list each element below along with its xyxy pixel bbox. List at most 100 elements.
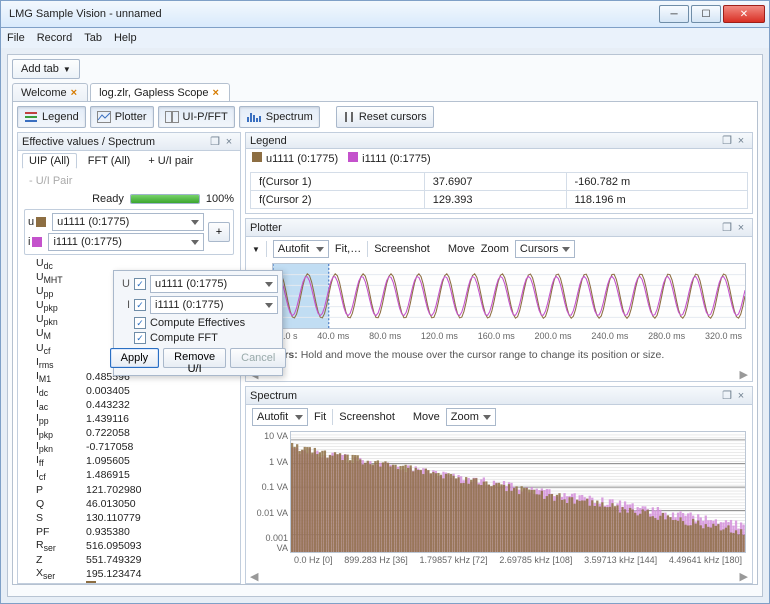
menu-bar: File Record Tab Help (0, 28, 770, 48)
table-row[interactable]: Xser195.123474 (22, 567, 236, 581)
chevron-down-icon (316, 247, 324, 252)
table-row[interactable]: P121.702980 (22, 483, 236, 497)
plotter-screenshot-button[interactable]: Screenshot (374, 243, 430, 255)
apply-button[interactable]: Apply (110, 348, 160, 368)
plotter-move-button[interactable]: Move (448, 243, 475, 255)
scroll-right-icon[interactable]: ▶ (740, 368, 748, 381)
table-row[interactable]: Idc0.003405 (22, 384, 236, 398)
spectrum-autofit-select[interactable]: Autofit (252, 408, 308, 426)
scroll-right-icon[interactable]: ▶ (740, 570, 748, 583)
table-row[interactable]: Ipkn-0.717058 (22, 440, 236, 454)
chevron-down-icon (265, 303, 273, 308)
add-pair-plus-button[interactable]: + (208, 222, 230, 242)
toggle-legend[interactable]: Legend (17, 106, 86, 128)
spectrum-zoom-select[interactable]: Zoom (446, 408, 496, 426)
remove-ui-button[interactable]: Remove U/I (163, 348, 226, 368)
close-icon[interactable]: × (734, 390, 748, 402)
undock-icon[interactable]: ❐ (720, 134, 734, 147)
chevron-down-icon (191, 240, 199, 245)
add-ui-pair[interactable]: + U/I pair (141, 153, 200, 169)
legend-row-cursor2: f(Cursor 2) 129.393 118.196 m (251, 191, 748, 209)
i-series-select[interactable]: i1111 (0:1775) (48, 233, 204, 251)
subtab-uip[interactable]: UIP (All) (22, 153, 77, 169)
close-icon[interactable]: × (213, 87, 219, 99)
undock-icon[interactable]: ❐ (720, 389, 734, 402)
color-swatch (36, 217, 46, 227)
spectrum-ytick-labels: 10 VA1 VA0.1 VA0.01 VA0.001 VA (252, 431, 288, 553)
close-icon[interactable]: × (71, 87, 77, 99)
plotter-zoom-button[interactable]: Zoom (481, 243, 509, 255)
cancel-button[interactable]: Cancel (230, 348, 286, 368)
i-enable-checkbox[interactable]: ✓ (134, 299, 146, 311)
ui-pair-popup: U ✓ u1111 (0:1775) I ✓ i1111 (0:1775) ✓ … (113, 270, 283, 376)
window-titlebar: LMG Sample Vision - unnamed ─ ☐ ✕ (0, 0, 770, 28)
spectrum-screenshot-button[interactable]: Screenshot (339, 411, 395, 423)
window-minimize-button[interactable]: ─ (659, 5, 689, 23)
spectrum-xtick-labels: 0.0 Hz [0]899.283 Hz [36]1.79857 kHz [72… (246, 555, 752, 567)
menu-record[interactable]: Record (37, 32, 72, 44)
plotter-cursors-select[interactable]: Cursors (515, 240, 575, 258)
table-row[interactable]: PF0.935380 (22, 525, 236, 539)
popup-u-select[interactable]: u1111 (0:1775) (150, 275, 278, 293)
close-icon[interactable]: × (222, 136, 236, 148)
menu-tab[interactable]: Tab (84, 32, 102, 44)
undock-icon[interactable]: ❐ (208, 135, 222, 148)
remove-ui-pair[interactable]: - U/I Pair (22, 173, 79, 189)
u-enable-checkbox[interactable]: ✓ (134, 278, 146, 290)
table-row[interactable]: Q46.013050 (22, 497, 236, 511)
reset-cursors-button[interactable]: Reset cursors (336, 106, 434, 128)
table-row[interactable]: Ipkp0.722058 (22, 426, 236, 440)
plotter-chart[interactable] (272, 263, 746, 329)
ready-label: Ready (92, 193, 124, 205)
compute-fft-checkbox[interactable]: ✓ (134, 332, 146, 344)
spectrum-icon (246, 111, 262, 123)
table-row[interactable]: Ipp1.439116 (22, 412, 236, 426)
table-row[interactable]: ▸Uh198 bin(s) (22, 581, 236, 583)
add-tab-button[interactable]: Add tab ▼ (12, 59, 80, 79)
compute-effectives-checkbox[interactable]: ✓ (134, 317, 146, 329)
chevron-down-icon (191, 220, 199, 225)
chevron-down-icon: ▼ (63, 65, 71, 74)
plotter-panel-title: Plotter (250, 222, 282, 234)
tab-welcome[interactable]: Welcome × (12, 83, 88, 102)
chevron-down-icon (562, 247, 570, 252)
popup-i-select[interactable]: i1111 (0:1775) (150, 296, 278, 314)
subtab-fft[interactable]: FFT (All) (81, 153, 138, 169)
chevron-down-icon (265, 282, 273, 287)
table-row[interactable]: Icf1.486915 (22, 468, 236, 482)
toggle-plotter[interactable]: Plotter (90, 106, 154, 128)
toggle-spectrum[interactable]: Spectrum (239, 106, 320, 128)
spectrum-chart[interactable] (290, 431, 746, 553)
plotter-autofit-select[interactable]: Autofit (273, 240, 329, 258)
close-icon[interactable]: × (734, 222, 748, 234)
spectrum-move-button[interactable]: Move (413, 411, 440, 423)
menu-help[interactable]: Help (114, 32, 137, 44)
legend-icon (24, 111, 38, 123)
work-area: Add tab ▼ Welcome × log.zlr, Gapless Sco… (7, 54, 763, 597)
effective-values-title: Effective values / Spectrum (22, 136, 155, 148)
color-swatch (252, 152, 262, 162)
tab-log[interactable]: log.zlr, Gapless Scope × (90, 83, 230, 102)
u-series-select[interactable]: u1111 (0:1775) (52, 213, 204, 231)
plotter-fit-button[interactable]: Fit,… (335, 243, 361, 255)
table-row[interactable]: Iff1.095605 (22, 454, 236, 468)
plotter-xtick-labels: 0.0 s40.0 ms80.0 ms120.0 ms160.0 ms200.0… (246, 331, 752, 343)
ready-percent: 100% (206, 193, 234, 205)
menu-file[interactable]: File (7, 32, 25, 44)
scroll-left-icon[interactable]: ◀ (250, 570, 258, 583)
table-row[interactable]: Udc (22, 257, 236, 271)
legend-panel-title: Legend (250, 135, 287, 147)
tab-strip: Welcome × log.zlr, Gapless Scope × (12, 83, 758, 102)
window-close-button[interactable]: ✕ (723, 5, 765, 23)
undock-icon[interactable]: ❐ (720, 221, 734, 234)
toggle-uipfft[interactable]: UI-P/FFT (158, 106, 235, 128)
spectrum-fit-button[interactable]: Fit (314, 411, 326, 423)
window-maximize-button[interactable]: ☐ (691, 5, 721, 23)
close-icon[interactable]: × (734, 135, 748, 147)
table-row[interactable]: Rser516.095093 (22, 539, 236, 553)
table-row[interactable]: S130.110779 (22, 511, 236, 525)
table-row[interactable]: Iac0.443232 (22, 398, 236, 412)
table-row[interactable]: Z551.749329 (22, 553, 236, 567)
uipfft-icon (165, 111, 179, 123)
color-swatch (86, 581, 96, 583)
